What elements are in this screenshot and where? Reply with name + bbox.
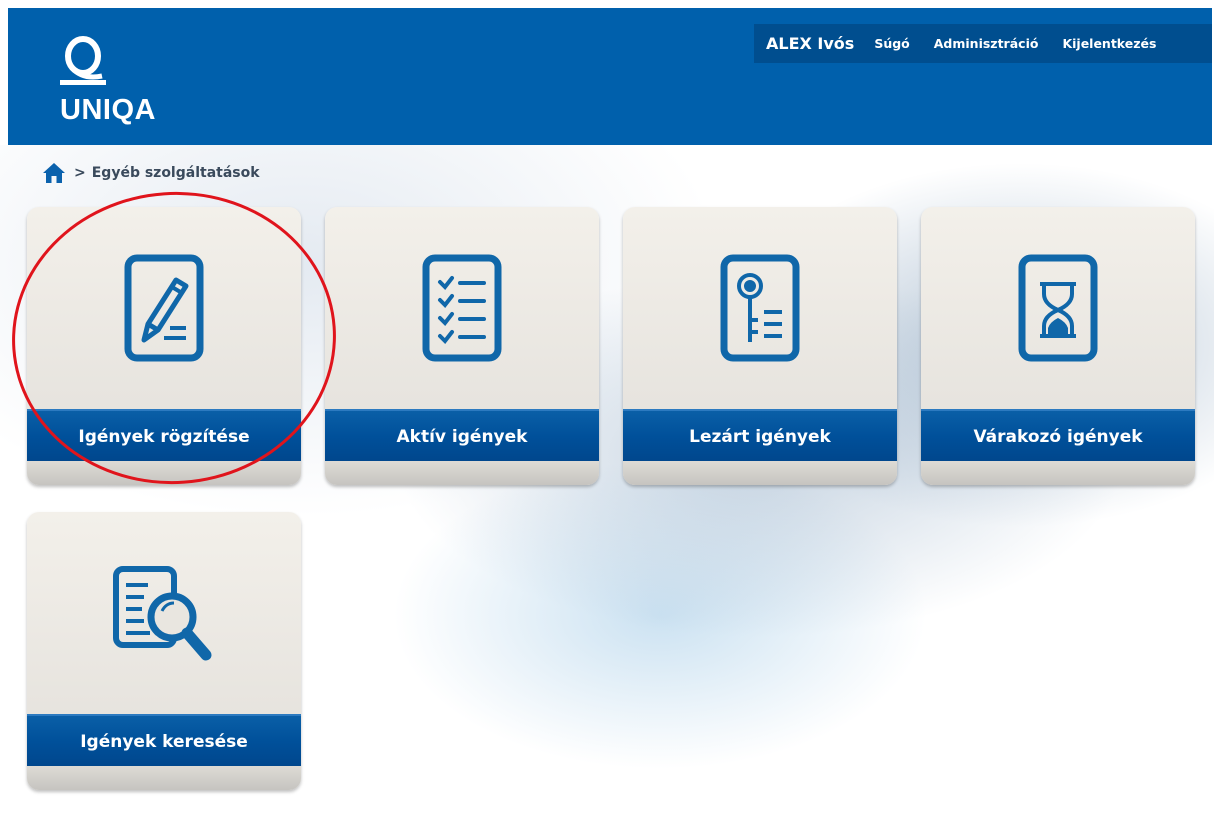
tile-label-band: Lezárt igények [623, 409, 897, 463]
tile-label: Igények rögzítése [78, 427, 250, 447]
hourglass-icon [921, 207, 1195, 409]
tile-search-claims[interactable]: Igények keresése [27, 512, 301, 790]
administration-link[interactable]: Adminisztráció [934, 36, 1039, 51]
user-name: ALEX Ivós [766, 34, 855, 53]
breadcrumb-separator: > [74, 165, 86, 181]
document-search-icon [27, 512, 301, 714]
tile-label-band: Igények rögzítése [27, 409, 301, 463]
tile-label: Igények keresése [80, 732, 248, 752]
page: UNIQA ALEX Ivós Súgó Adminisztráció Kije… [0, 0, 1214, 821]
uniqa-logo-icon [60, 36, 106, 85]
tile-footer [623, 461, 897, 485]
uniqa-logo[interactable]: UNIQA [52, 34, 162, 134]
tile-footer [325, 461, 599, 485]
tile-active-claims[interactable]: Aktív igények [325, 207, 599, 485]
key-document-icon [623, 207, 897, 409]
help-link[interactable]: Súgó [874, 36, 909, 51]
breadcrumb-current: Egyéb szolgáltatások [91, 165, 260, 181]
tile-label: Aktív igények [396, 427, 528, 447]
pencil-document-icon [27, 207, 301, 409]
logo-text: UNIQA [60, 94, 156, 126]
home-icon[interactable] [42, 162, 66, 184]
tile-record-claims[interactable]: Igények rögzítése [27, 207, 301, 485]
checklist-icon [325, 207, 599, 409]
tile-label-band: Aktív igények [325, 409, 599, 463]
tile-label: Várakozó igények [973, 427, 1143, 447]
tile-footer [27, 766, 301, 790]
tile-label-band: Igények keresése [27, 714, 301, 768]
tile-footer [921, 461, 1195, 485]
logout-link[interactable]: Kijelentkezés [1062, 36, 1156, 51]
tile-footer [27, 461, 301, 485]
header-bar: UNIQA ALEX Ivós Súgó Adminisztráció Kije… [8, 8, 1212, 145]
breadcrumb: > Egyéb szolgáltatások [42, 160, 260, 186]
tile-label-band: Várakozó igények [921, 409, 1195, 463]
tile-pending-claims[interactable]: Várakozó igények [921, 207, 1195, 485]
tile-closed-claims[interactable]: Lezárt igények [623, 207, 897, 485]
user-navigation: ALEX Ivós Súgó Adminisztráció Kijelentke… [754, 24, 1212, 63]
tile-label: Lezárt igények [689, 427, 831, 447]
